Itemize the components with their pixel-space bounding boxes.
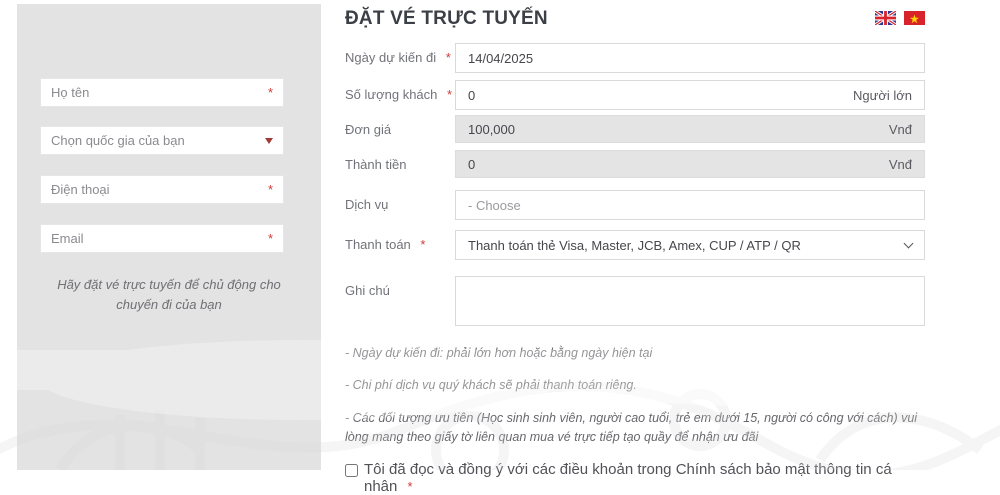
date-label: Ngày dự kiến đi *	[345, 43, 455, 65]
country-select[interactable]	[40, 126, 284, 155]
total-label-text: Thành tiền	[345, 157, 407, 172]
quantity-row: Số lượng khách * Người lớn	[345, 80, 925, 110]
note-priority-discount: - Các đối tượng ưu tiên (Học sinh sinh v…	[345, 410, 918, 445]
country-select-input[interactable]	[51, 133, 259, 148]
agreement-checkbox[interactable]	[345, 463, 358, 477]
note-label-text: Ghi chú	[345, 283, 390, 298]
booking-page: * * * Hãy đặt vé trực tuyến để chủ động …	[0, 0, 1000, 495]
booking-form: ĐẶT VÉ TRỰC TUYẾN Ngày dự kiến đi * 14/0…	[345, 8, 925, 495]
note-row: Ghi chú	[345, 276, 925, 326]
phone-field[interactable]: *	[40, 175, 284, 204]
chevron-down-icon	[903, 238, 914, 248]
note-field[interactable]	[455, 276, 925, 326]
form-notes: - Ngày dự kiến đi: phải lớn hơn hoặc bằn…	[345, 344, 925, 448]
payment-row: Thanh toán * Thanh toán thẻ Visa, Master…	[345, 230, 925, 260]
required-mark: *	[447, 87, 453, 102]
quantity-field[interactable]: Người lớn	[455, 80, 925, 110]
total-value	[468, 156, 881, 172]
quantity-unit-label: Người lớn	[853, 87, 912, 103]
note-service-fee: - Chi phí dịch vụ quý khách sẽ phải than…	[345, 378, 637, 393]
required-mark: *	[267, 231, 273, 246]
required-mark: *	[267, 182, 273, 197]
unit-price-value	[468, 121, 881, 137]
unit-price-label: Đơn giá	[345, 115, 455, 137]
chevron-down-icon	[265, 137, 273, 144]
page-title: ĐẶT VÉ TRỰC TUYẾN	[345, 8, 548, 29]
service-row: Dịch vụ	[345, 190, 925, 220]
email-input[interactable]	[51, 231, 262, 246]
full-name-field[interactable]: *	[40, 78, 284, 107]
service-input[interactable]	[468, 197, 912, 213]
total-label: Thành tiền	[345, 150, 455, 172]
total-field: Vnđ	[455, 150, 925, 178]
contact-sidebar: * * * Hãy đặt vé trực tuyến để chủ động …	[17, 4, 321, 470]
sidebar-note: Hãy đặt vé trực tuyến để chủ động cho ch…	[57, 277, 281, 313]
agreement-label-text: Tôi đã đọc và đồng ý với các điều khoản …	[364, 460, 892, 495]
language-switcher	[875, 8, 925, 25]
service-label: Dịch vụ	[345, 190, 455, 212]
agreement-label: Tôi đã đọc và đồng ý với các điều khoản …	[364, 461, 925, 495]
note-label: Ghi chú	[345, 276, 455, 298]
agreement-row[interactable]: Tôi đã đọc và đồng ý với các điều khoản …	[345, 461, 925, 495]
uk-flag-icon[interactable]	[875, 11, 896, 25]
payment-selected-option: Thanh toán thẻ Visa, Master, JCB, Amex, …	[468, 237, 801, 253]
service-field[interactable]	[455, 190, 925, 220]
required-mark: *	[445, 50, 451, 65]
date-label-text: Ngày dự kiến đi	[345, 50, 437, 65]
payment-select[interactable]: Thanh toán thẻ Visa, Master, JCB, Amex, …	[455, 230, 925, 260]
currency-label: Vnđ	[888, 121, 912, 137]
date-field[interactable]	[455, 43, 925, 73]
currency-label: Vnđ	[888, 156, 912, 172]
email-field[interactable]: *	[40, 224, 284, 253]
phone-input[interactable]	[51, 182, 262, 197]
payment-label-text: Thanh toán	[345, 237, 411, 252]
unit-price-label-text: Đơn giá	[345, 122, 392, 137]
unit-price-field: Vnđ	[455, 115, 925, 143]
note-textarea[interactable]	[468, 283, 912, 319]
unit-price-row: Đơn giá Vnđ	[345, 115, 925, 143]
vietnam-flag-icon[interactable]	[904, 11, 925, 25]
service-label-text: Dịch vụ	[345, 197, 389, 212]
quantity-label-text: Số lượng khách	[345, 87, 438, 102]
quantity-input[interactable]	[468, 87, 845, 103]
quantity-label: Số lượng khách *	[345, 80, 455, 102]
required-mark: *	[267, 85, 273, 100]
date-input[interactable]	[468, 50, 912, 66]
required-mark: *	[420, 237, 426, 252]
required-mark: *	[407, 478, 413, 494]
form-header: ĐẶT VÉ TRỰC TUYẾN	[345, 8, 925, 30]
note-date-rule: - Ngày dự kiến đi: phải lớn hơn hoặc bằn…	[345, 346, 653, 360]
date-row: Ngày dự kiến đi *	[345, 43, 925, 73]
total-row: Thành tiền Vnđ	[345, 150, 925, 178]
payment-label: Thanh toán *	[345, 230, 455, 252]
full-name-input[interactable]	[51, 85, 262, 100]
